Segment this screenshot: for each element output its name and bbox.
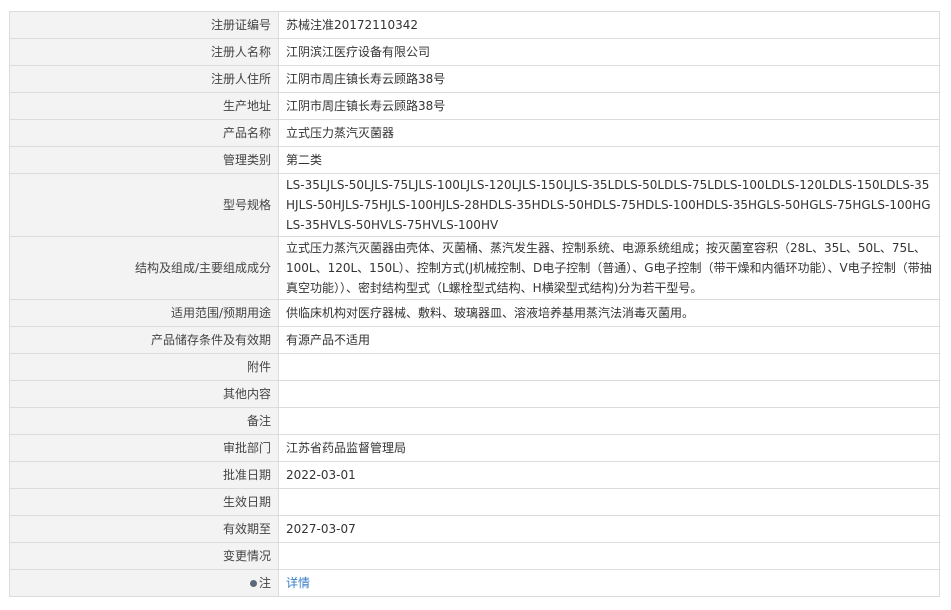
registration-detail-table: 注册证编号 苏械注准20172110342 注册人名称 江阴滨江医疗设备有限公司… [9, 11, 940, 597]
label-production-address: 生产地址 [9, 92, 279, 120]
row-valid-until: 有效期至 2027-03-07 [9, 515, 940, 543]
label-change-status: 变更情况 [9, 542, 279, 570]
row-product-name: 产品名称 立式压力蒸汽灭菌器 [9, 119, 940, 147]
label-remarks: 备注 [9, 407, 279, 435]
row-registrant-address: 注册人住所 江阴市周庄镇长寿云顾路38号 [9, 65, 940, 93]
row-structure-composition: 结构及组成/主要组成成分 立式压力蒸汽灭菌器由壳体、灭菌桶、蒸汽发生器、控制系统… [9, 236, 940, 300]
value-approval-department: 江苏省药品监督管理局 [278, 434, 940, 462]
label-other-content: 其他内容 [9, 380, 279, 408]
value-registrant-name: 江阴滨江医疗设备有限公司 [278, 38, 940, 66]
label-registrant-name: 注册人名称 [9, 38, 279, 66]
row-registrant-name: 注册人名称 江阴滨江医疗设备有限公司 [9, 38, 940, 66]
value-attachment [278, 353, 940, 381]
label-effective-date: 生效日期 [9, 488, 279, 516]
row-management-category: 管理类别 第二类 [9, 146, 940, 174]
value-valid-until: 2027-03-07 [278, 515, 940, 543]
row-storage-validity: 产品储存条件及有效期 有源产品不适用 [9, 326, 940, 354]
label-intended-use: 适用范围/预期用途 [9, 299, 279, 327]
row-registration-number: 注册证编号 苏械注准20172110342 [9, 11, 940, 39]
row-approval-department: 审批部门 江苏省药品监督管理局 [9, 434, 940, 462]
value-model-spec: LS-35LJLS-50LJLS-75LJLS-100LJLS-120LJLS-… [278, 173, 940, 237]
row-approval-date: 批准日期 2022-03-01 [9, 461, 940, 489]
value-other-content [278, 380, 940, 408]
label-attachment: 附件 [9, 353, 279, 381]
label-approval-department: 审批部门 [9, 434, 279, 462]
label-storage-validity: 产品储存条件及有效期 [9, 326, 279, 354]
value-registrant-address: 江阴市周庄镇长寿云顾路38号 [278, 65, 940, 93]
label-management-category: 管理类别 [9, 146, 279, 174]
label-structure-composition: 结构及组成/主要组成成分 [9, 236, 279, 300]
label-note: 注 [9, 569, 279, 597]
value-change-status [278, 542, 940, 570]
details-link[interactable]: 详情 [286, 576, 310, 590]
value-product-name: 立式压力蒸汽灭菌器 [278, 119, 940, 147]
value-production-address: 江阴市周庄镇长寿云顾路38号 [278, 92, 940, 120]
value-remarks [278, 407, 940, 435]
row-intended-use: 适用范围/预期用途 供临床机构对医疗器械、敷料、玻璃器皿、溶液培养基用蒸汽法消毒… [9, 299, 940, 327]
value-effective-date [278, 488, 940, 516]
row-effective-date: 生效日期 [9, 488, 940, 516]
value-structure-composition: 立式压力蒸汽灭菌器由壳体、灭菌桶、蒸汽发生器、控制系统、电源系统组成；按灭菌室容… [278, 236, 940, 300]
dot-icon [249, 580, 257, 587]
row-production-address: 生产地址 江阴市周庄镇长寿云顾路38号 [9, 92, 940, 120]
value-storage-validity: 有源产品不适用 [278, 326, 940, 354]
row-model-spec: 型号规格 LS-35LJLS-50LJLS-75LJLS-100LJLS-120… [9, 173, 940, 237]
label-approval-date: 批准日期 [9, 461, 279, 489]
label-valid-until: 有效期至 [9, 515, 279, 543]
value-registration-number: 苏械注准20172110342 [278, 11, 940, 39]
value-intended-use: 供临床机构对医疗器械、敷料、玻璃器皿、溶液培养基用蒸汽法消毒灭菌用。 [278, 299, 940, 327]
value-approval-date: 2022-03-01 [278, 461, 940, 489]
row-note: 注 详情 [9, 569, 940, 597]
label-model-spec: 型号规格 [9, 173, 279, 237]
row-change-status: 变更情况 [9, 542, 940, 570]
label-product-name: 产品名称 [9, 119, 279, 147]
note-label: 注 [258, 576, 271, 590]
label-registrant-address: 注册人住所 [9, 65, 279, 93]
row-attachment: 附件 [9, 353, 940, 381]
row-other-content: 其他内容 [9, 380, 940, 408]
row-remarks: 备注 [9, 407, 940, 435]
value-note: 详情 [278, 569, 940, 597]
value-management-category: 第二类 [278, 146, 940, 174]
label-registration-number: 注册证编号 [9, 11, 279, 39]
